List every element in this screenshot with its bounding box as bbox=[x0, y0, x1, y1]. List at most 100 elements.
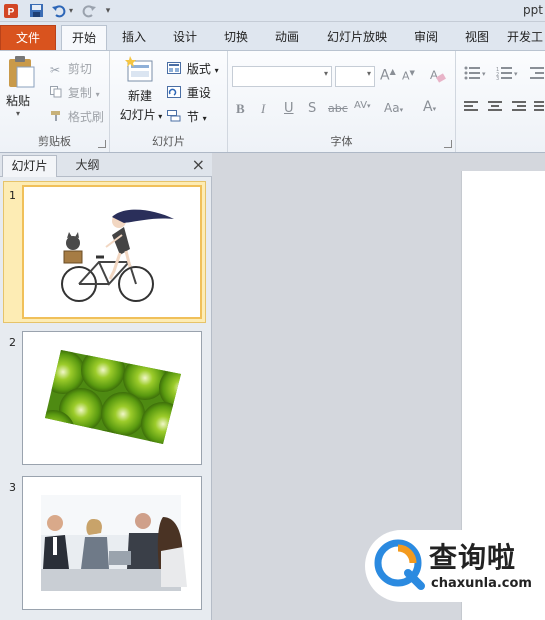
layout-icon bbox=[167, 62, 183, 77]
save-icon[interactable] bbox=[27, 2, 45, 19]
business-meeting-photo bbox=[41, 495, 187, 591]
tab-slide-show[interactable]: 幻灯片放映 bbox=[318, 25, 396, 50]
paste-dropdown-icon: ▾ bbox=[16, 109, 21, 118]
bullets-icon[interactable]: ▾ bbox=[464, 66, 486, 84]
title-bar: P ▾ ▾ ppt bbox=[0, 0, 545, 22]
tab-animations[interactable]: 动画 bbox=[266, 25, 308, 50]
font-group: ▾ ▾ A▲ A▼ A B I U S abc AV▾ Aa▾ A▾ 字体 bbox=[228, 51, 456, 152]
slide-number: 3 bbox=[9, 481, 16, 494]
tab-review[interactable]: 审阅 bbox=[405, 25, 447, 50]
slides-panel: 幻灯片 大纲 × 1 2 3 bbox=[0, 153, 212, 620]
slide-number: 2 bbox=[9, 336, 16, 349]
copy-dropdown-icon: ▾ bbox=[95, 90, 100, 99]
tab-outline[interactable]: 大纲 bbox=[60, 155, 115, 177]
format-painter-button[interactable]: 格式刷 bbox=[50, 108, 104, 125]
slide-thumbnail-3[interactable] bbox=[22, 476, 202, 610]
paragraph-group: ▾ 1 2 3 ▾ bbox=[456, 51, 545, 152]
panel-tab-bar: 幻灯片 大纲 × bbox=[0, 153, 212, 177]
magnifier-logo-icon bbox=[374, 539, 425, 590]
window-title: ppt bbox=[523, 3, 543, 17]
clipboard-group-label: 剪贴板 bbox=[38, 135, 71, 148]
font-size-combobox[interactable]: ▾ bbox=[335, 66, 375, 87]
reset-button[interactable]: 重设 bbox=[167, 84, 211, 101]
section-dropdown-icon: ▾ bbox=[202, 114, 207, 123]
strikethrough-icon[interactable]: abc bbox=[328, 102, 348, 115]
paste-button[interactable]: 粘贴 ▾ bbox=[6, 55, 42, 129]
underline-icon[interactable]: U bbox=[284, 101, 294, 116]
slides-group: 新建 幻灯片 ▾ 版式 ▾ 重设 节 ▾ 幻灯片 bbox=[110, 51, 228, 152]
tab-view[interactable]: 视图 bbox=[456, 25, 498, 50]
customize-toolbar-icon[interactable]: ▾ bbox=[103, 2, 113, 19]
paintbrush-icon bbox=[50, 110, 64, 125]
font-name-dropdown-icon: ▾ bbox=[323, 69, 328, 78]
layout-button[interactable]: 版式 ▾ bbox=[167, 60, 219, 77]
girl-on-bicycle-illustration bbox=[61, 209, 174, 302]
align-center-icon[interactable] bbox=[488, 101, 502, 117]
shrink-font-icon[interactable]: A▼ bbox=[402, 69, 415, 83]
font-color-icon[interactable]: A▾ bbox=[423, 99, 436, 115]
slide-thumbnail-2[interactable] bbox=[22, 331, 202, 465]
tab-developer[interactable]: 开发工 bbox=[507, 25, 545, 50]
new-slide-label-2: 幻灯片 bbox=[119, 108, 156, 122]
cut-button[interactable]: ✂ 剪切 bbox=[50, 60, 92, 77]
numbering-icon[interactable]: 1 2 3 ▾ bbox=[496, 66, 518, 84]
bold-icon[interactable]: B bbox=[236, 101, 245, 117]
watermark-url: chaxunla.com bbox=[431, 576, 532, 591]
paste-label: 粘贴 bbox=[6, 94, 31, 108]
new-slide-dropdown-icon: ▾ bbox=[155, 112, 163, 121]
new-slide-button[interactable]: 新建 幻灯片 ▾ bbox=[115, 55, 165, 123]
svg-text:P: P bbox=[8, 7, 15, 18]
svg-text:▾: ▾ bbox=[482, 70, 486, 78]
reset-icon bbox=[167, 86, 183, 101]
close-icon[interactable]: × bbox=[192, 155, 205, 174]
new-slide-label-1: 新建 bbox=[127, 89, 152, 103]
tab-insert[interactable]: 插入 bbox=[113, 25, 155, 50]
tab-slides[interactable]: 幻灯片 bbox=[2, 155, 57, 177]
shadow-icon[interactable]: S bbox=[308, 101, 316, 116]
tab-file[interactable]: 文件 bbox=[0, 25, 56, 50]
tab-home[interactable]: 开始 bbox=[61, 25, 107, 51]
copy-icon bbox=[50, 86, 64, 101]
copy-label: 复制 bbox=[67, 86, 92, 100]
format-painter-label: 格式刷 bbox=[67, 110, 104, 124]
undo-icon[interactable] bbox=[49, 2, 67, 19]
redo-icon[interactable] bbox=[80, 2, 98, 19]
slide-thumbnail-1[interactable] bbox=[22, 185, 202, 319]
slides-group-label: 幻灯片 bbox=[152, 135, 185, 148]
reset-label: 重设 bbox=[186, 86, 211, 100]
powerpoint-app-icon[interactable]: P bbox=[2, 2, 20, 19]
new-slide-icon bbox=[125, 56, 153, 82]
justify-icon[interactable] bbox=[534, 101, 544, 117]
align-right-icon[interactable] bbox=[512, 101, 526, 117]
clear-formatting-icon[interactable]: A bbox=[428, 66, 446, 88]
character-spacing-icon[interactable]: AV▾ bbox=[354, 100, 371, 111]
svg-text:A: A bbox=[430, 68, 438, 82]
slide-number: 1 bbox=[9, 189, 16, 202]
font-group-label: 字体 bbox=[330, 135, 353, 148]
italic-icon[interactable]: I bbox=[261, 101, 265, 117]
font-dialog-launcher[interactable] bbox=[444, 140, 452, 148]
layout-label: 版式 bbox=[186, 62, 211, 76]
tab-transitions[interactable]: 切换 bbox=[215, 25, 257, 50]
align-left-icon[interactable] bbox=[464, 101, 478, 117]
section-icon bbox=[167, 110, 183, 125]
undo-dropdown-icon[interactable]: ▾ bbox=[67, 2, 75, 19]
scissors-icon: ✂ bbox=[50, 62, 61, 77]
ribbon-tab-bar: 文件 开始 插入 设计 切换 动画 幻灯片放映 审阅 视图 开发工 bbox=[0, 22, 545, 51]
cut-label: 剪切 bbox=[67, 62, 92, 76]
copy-button[interactable]: 复制 ▾ bbox=[50, 84, 100, 101]
font-size-dropdown-icon: ▾ bbox=[366, 69, 371, 78]
ribbon: 粘贴 ▾ ✂ 剪切 复制 ▾ 格式刷 剪贴板 新建 幻灯片 ▾ 版式 ▾ 重设 … bbox=[0, 50, 545, 153]
tab-design[interactable]: 设计 bbox=[164, 25, 206, 50]
paste-icon bbox=[9, 56, 35, 88]
section-label: 节 bbox=[186, 110, 199, 124]
watermark: 查询啦 chaxunla.com bbox=[365, 530, 545, 602]
section-button[interactable]: 节 ▾ bbox=[167, 108, 207, 125]
kiwi-fruit-photo bbox=[45, 350, 181, 444]
grow-font-icon[interactable]: A▲ bbox=[380, 67, 396, 84]
layout-dropdown-icon: ▾ bbox=[214, 66, 219, 75]
decrease-indent-icon[interactable] bbox=[530, 66, 544, 84]
clipboard-dialog-launcher[interactable] bbox=[98, 140, 106, 148]
font-name-combobox[interactable]: ▾ bbox=[232, 66, 332, 87]
change-case-icon[interactable]: Aa▾ bbox=[384, 101, 403, 115]
